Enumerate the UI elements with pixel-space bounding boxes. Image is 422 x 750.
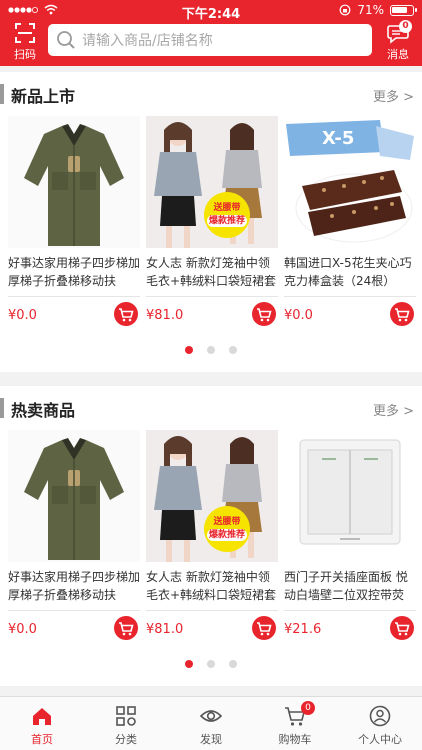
more-link[interactable]: 更多 > (373, 86, 414, 105)
product-price: ¥0.0 (8, 308, 37, 323)
tab-label: 首页 (31, 733, 53, 746)
section-header: 热卖商品 更多 > (0, 396, 422, 420)
promo-tag: 送腰带 爆款推荐 (204, 192, 250, 238)
status-bar: 下午2:44 71% (0, 0, 422, 22)
status-right: 71% (339, 3, 417, 17)
promo-tag-line1: 送腰带 (213, 517, 241, 527)
message-button[interactable]: 0 消息 (380, 20, 416, 62)
divider (146, 610, 278, 611)
user-icon (369, 705, 391, 727)
product-image-chocolate[interactable]: X-5 (284, 116, 416, 248)
tab-category[interactable]: 分类 (84, 697, 168, 750)
category-icon (116, 706, 136, 726)
page-dot[interactable] (207, 660, 215, 668)
product-card[interactable]: 送腰带 爆款推荐 女人志 新款灯笼袖中领毛衣+韩绒料口袋短裙套 ¥81.0 (146, 116, 278, 336)
add-to-cart-button[interactable] (114, 616, 138, 640)
tab-label: 分类 (115, 733, 137, 746)
product-card[interactable]: X-5 韩国进口X-5花生夹心巧克力棒盒装（24根） ¥0.0 (284, 116, 416, 336)
section-title-bar (0, 84, 4, 104)
add-to-cart-button[interactable] (390, 616, 414, 640)
cart-icon (395, 622, 410, 636)
page-dot-active[interactable] (185, 346, 193, 354)
more-link[interactable]: 更多 > (373, 400, 414, 419)
scan-label: 扫码 (14, 48, 36, 61)
product-card[interactable]: 西门子开关插座面板 悦动白墙壁二位双控带荧 ¥21.6 (284, 430, 416, 650)
add-to-cart-button[interactable] (114, 302, 138, 326)
tab-label: 发现 (200, 733, 222, 746)
add-to-cart-button[interactable] (390, 302, 414, 326)
cart-icon (257, 308, 272, 322)
product-name[interactable]: 韩国进口X-5花生夹心巧克力棒盒装（24根） (284, 254, 416, 292)
search-input[interactable]: 请输入商品/店铺名称 (48, 24, 372, 56)
cart-badge: 0 (301, 701, 315, 715)
product-image-outfit[interactable]: 送腰带 爆款推荐 (146, 116, 278, 248)
home-icon (33, 708, 51, 725)
page-dot[interactable] (229, 346, 237, 354)
promo-tag-line1: 送腰带 (213, 203, 241, 213)
hot-products-section: 热卖商品 更多 > 好事达家用梯子四步梯加厚梯子折叠梯移动扶 ¥0.0 送腰带 … (0, 386, 422, 686)
divider (8, 610, 140, 611)
eye-icon (200, 710, 222, 722)
tab-discover[interactable]: 发现 (169, 697, 253, 750)
add-to-cart-button[interactable] (252, 302, 276, 326)
section-title: 新品上市 (11, 87, 76, 106)
cart-icon (395, 308, 410, 322)
divider (8, 296, 140, 297)
battery-icon (390, 4, 417, 16)
svg-text:X-5: X-5 (322, 128, 354, 149)
add-to-cart-button[interactable] (252, 616, 276, 640)
product-name[interactable]: 西门子开关插座面板 悦动白墙壁二位双控带荧 (284, 568, 416, 606)
tab-label: 购物车 (278, 733, 312, 746)
promo-tag-line2: 爆款推荐 (207, 215, 247, 227)
section-title-bar (0, 398, 4, 418)
product-name[interactable]: 女人志 新款灯笼袖中领毛衣+韩绒料口袋短裙套 (146, 254, 278, 292)
search-icon (57, 31, 75, 49)
divider (284, 296, 416, 297)
product-price: ¥21.6 (284, 622, 322, 637)
page-dot-active[interactable] (185, 660, 193, 668)
product-card[interactable]: 送腰带 爆款推荐 女人志 新款灯笼袖中领毛衣+韩绒料口袋短裙套 ¥81.0 (146, 430, 278, 650)
cart-icon (257, 622, 272, 636)
cart-icon (119, 622, 134, 636)
scan-button[interactable]: 扫码 (8, 22, 42, 62)
section-header: 新品上市 更多 > (0, 82, 422, 106)
product-image-switch[interactable] (284, 430, 416, 562)
app-header: 下午2:44 71% 扫码 请输入商品/店铺名称 0 消息 (0, 0, 422, 66)
page-dot[interactable] (229, 660, 237, 668)
search-placeholder: 请输入商品/店铺名称 (82, 33, 213, 49)
tab-home[interactable]: 首页 (0, 697, 84, 750)
carousel-pagination (0, 346, 422, 354)
product-image-outfit[interactable]: 送腰带 爆款推荐 (146, 430, 278, 562)
divider (146, 296, 278, 297)
product-name[interactable]: 好事达家用梯子四步梯加厚梯子折叠梯移动扶 (8, 254, 140, 292)
product-card[interactable]: 好事达家用梯子四步梯加厚梯子折叠梯移动扶 ¥0.0 (8, 430, 140, 650)
page-dot[interactable] (207, 346, 215, 354)
product-price: ¥0.0 (8, 622, 37, 637)
cart-icon (119, 308, 134, 322)
section-title: 热卖商品 (11, 401, 76, 420)
tab-cart[interactable]: 0 购物车 (253, 697, 337, 750)
product-card[interactable]: 好事达家用梯子四步梯加厚梯子折叠梯移动扶 ¥0.0 (8, 116, 140, 336)
tab-profile[interactable]: 个人中心 (338, 697, 422, 750)
carousel-pagination (0, 660, 422, 668)
battery-percent: 71% (357, 3, 384, 17)
rotation-lock-icon (339, 4, 351, 16)
divider (284, 610, 416, 611)
promo-tag-line2: 爆款推荐 (207, 529, 247, 541)
product-name[interactable]: 女人志 新款灯笼袖中领毛衣+韩绒料口袋短裙套 (146, 568, 278, 606)
product-name[interactable]: 好事达家用梯子四步梯加厚梯子折叠梯移动扶 (8, 568, 140, 606)
new-arrivals-section: 新品上市 更多 > 好事达家用梯子四步梯加厚梯子折叠梯移动扶 ¥0.0 送腰带 … (0, 72, 422, 372)
product-price: ¥81.0 (146, 622, 184, 637)
bottom-tab-bar: 首页 分类 发现 0 购物车 个人中心 (0, 696, 422, 750)
scan-icon (15, 23, 35, 43)
product-price: ¥0.0 (284, 308, 313, 323)
message-badge: 0 (399, 20, 412, 33)
promo-tag: 送腰带 爆款推荐 (204, 506, 250, 552)
tab-label: 个人中心 (358, 733, 402, 746)
product-image-shirt[interactable] (8, 116, 140, 248)
message-label: 消息 (387, 48, 409, 61)
product-price: ¥81.0 (146, 308, 184, 323)
product-image-shirt[interactable] (8, 430, 140, 562)
